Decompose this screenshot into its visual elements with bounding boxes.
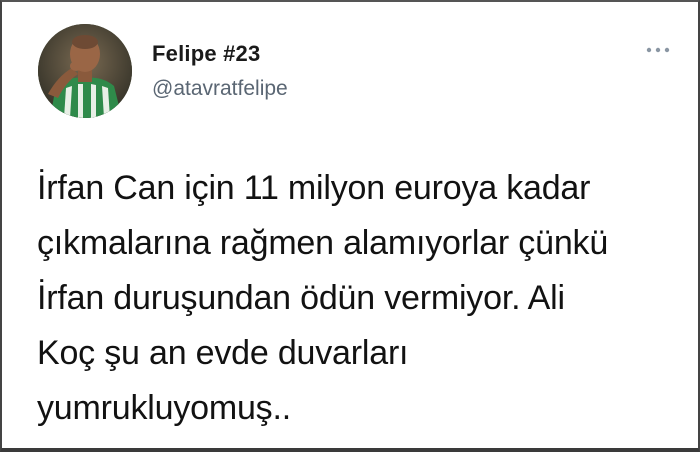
tweet-text: İrfan Can için 11 milyon euroya kadar çı… (37, 169, 609, 427)
author-handle[interactable]: @atavratfelipe (152, 77, 288, 101)
profile-photo-icon (38, 24, 132, 118)
more-options-button[interactable] (644, 40, 672, 60)
tweet-card: Felipe #23 @atavratfelipe İrfan Can için… (4, 4, 698, 448)
more-options-icon (646, 47, 670, 53)
avatar[interactable] (38, 24, 132, 118)
screenshot-frame: Felipe #23 @atavratfelipe İrfan Can için… (0, 0, 700, 452)
author-display-name[interactable]: Felipe #23 (152, 41, 260, 67)
